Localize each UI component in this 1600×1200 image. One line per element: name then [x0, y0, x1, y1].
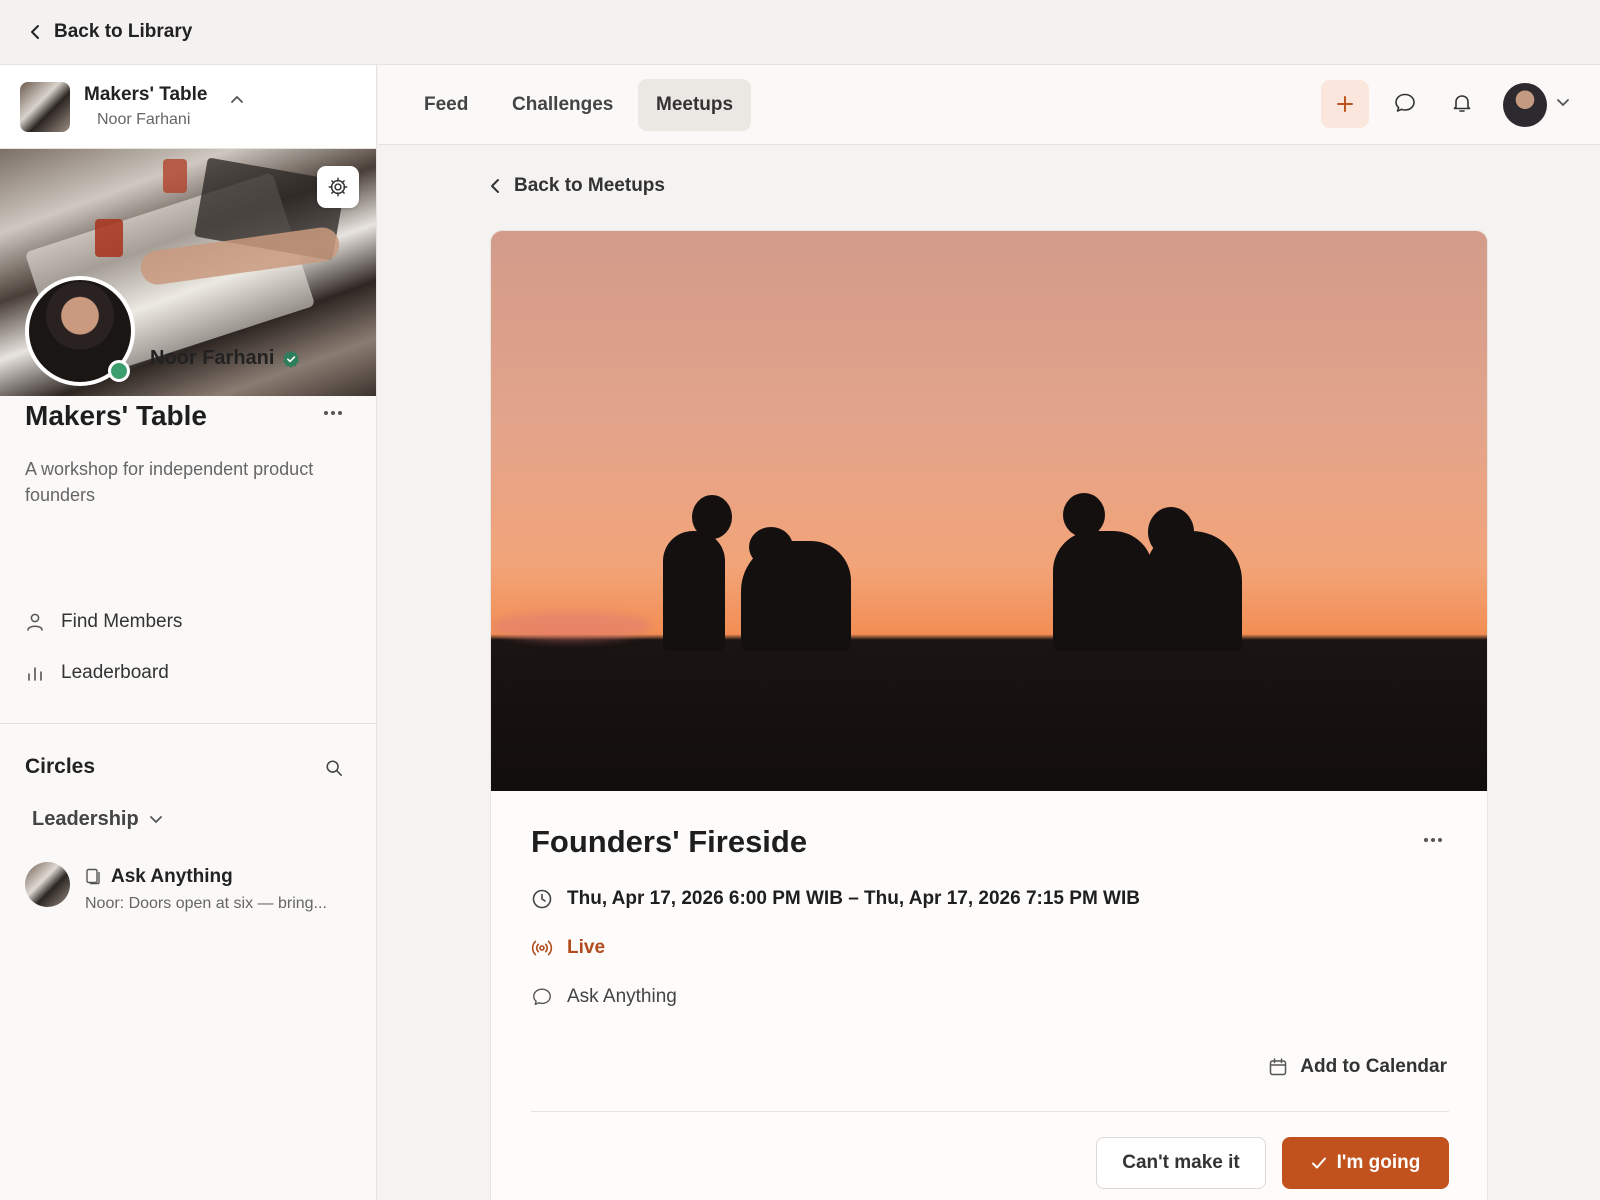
- community-owner: Noor Farhani: [97, 111, 191, 128]
- chevron-left-icon: [491, 179, 499, 193]
- host-name: Noor Farhani: [150, 347, 275, 369]
- main-nav: Feed Challenges Meetups: [378, 65, 1600, 145]
- plus-icon: [1337, 96, 1353, 112]
- tab-challenges[interactable]: Challenges: [494, 79, 631, 131]
- event-card: Founders' Fireside Thu, Apr 17, 2026 6:0…: [490, 230, 1488, 1200]
- find-members-link[interactable]: Find Members: [25, 611, 182, 633]
- host-name-row[interactable]: Noor Farhani: [150, 347, 300, 370]
- chevron-up-icon: [230, 95, 243, 103]
- event-time: Thu, Apr 17, 2026 6:00 PM WIB – Thu, Apr…: [567, 888, 1140, 909]
- thread-title: Ask Anything: [111, 866, 233, 887]
- broadcast-icon: [531, 940, 553, 956]
- tab-feed[interactable]: Feed: [406, 79, 486, 131]
- bell-icon[interactable]: [1450, 91, 1474, 115]
- thread-preview: Noor: Doors open at six — bring...: [85, 895, 327, 912]
- event-status: Live: [567, 937, 606, 958]
- create-button[interactable]: [1321, 80, 1369, 128]
- online-status-dot: [108, 360, 130, 382]
- add-to-calendar-label: Add to Calendar: [1300, 1056, 1447, 1077]
- im-going-button[interactable]: I'm going: [1282, 1137, 1449, 1189]
- circles-heading: Circles: [25, 755, 96, 778]
- leaderboard-label: Leaderboard: [61, 662, 169, 683]
- chevron-left-icon: [31, 25, 39, 39]
- event-circle-row[interactable]: Ask Anything: [531, 986, 677, 1008]
- document-icon: [86, 868, 100, 885]
- settings-button[interactable]: [317, 166, 359, 208]
- event-time-row: Thu, Apr 17, 2026 6:00 PM WIB – Thu, Apr…: [531, 888, 1140, 910]
- search-icon[interactable]: [325, 759, 343, 777]
- back-to-meetups-link[interactable]: Back to Meetups: [490, 175, 665, 197]
- back-to-library-label: Back to Library: [54, 21, 193, 42]
- community-thumbnail: [20, 81, 70, 132]
- back-to-library-link[interactable]: Back to Library: [30, 21, 192, 43]
- chevron-down-icon[interactable]: [1556, 98, 1570, 108]
- chat-icon[interactable]: [1393, 91, 1417, 115]
- circle-group-leadership[interactable]: Leadership: [32, 808, 163, 831]
- leaderboard-link[interactable]: Leaderboard: [25, 662, 169, 684]
- cant-make-it-button[interactable]: Can't make it: [1096, 1137, 1266, 1189]
- checkmark-icon: [1311, 1157, 1326, 1169]
- find-members-label: Find Members: [61, 611, 183, 632]
- event-status-row: Live: [531, 937, 605, 959]
- community-name: Makers' Table: [84, 84, 208, 105]
- thread-avatar: [25, 862, 70, 907]
- im-going-label: I'm going: [1336, 1152, 1421, 1173]
- more-options-icon[interactable]: [1423, 837, 1443, 843]
- chat-icon: [533, 988, 551, 1006]
- circle-group-label: Leadership: [32, 808, 139, 830]
- top-bar: Back to Library: [0, 0, 1600, 65]
- back-to-meetups-label: Back to Meetups: [514, 175, 665, 196]
- more-options-icon[interactable]: [323, 410, 343, 416]
- tab-meetups[interactable]: Meetups: [638, 79, 752, 131]
- clock-icon: [532, 889, 552, 909]
- community-switcher[interactable]: Makers' Table Noor Farhani: [0, 65, 376, 149]
- event-circle-name: Ask Anything: [567, 986, 677, 1007]
- gear-icon: [328, 177, 348, 197]
- calendar-icon: [1270, 1058, 1287, 1076]
- community-description: A workshop for independent product found…: [25, 459, 314, 505]
- sidebar-divider: [0, 723, 377, 724]
- add-to-calendar-button[interactable]: Add to Calendar: [1268, 1056, 1447, 1078]
- verified-badge-icon: [283, 350, 300, 368]
- event-title: Founders' Fireside: [531, 824, 808, 859]
- bar-chart-icon: [28, 667, 42, 681]
- person-icon: [27, 613, 43, 631]
- event-cover-image: [491, 231, 1487, 791]
- user-avatar[interactable]: [1503, 83, 1547, 127]
- community-title: Makers' Table: [25, 400, 207, 431]
- card-divider: [531, 1111, 1449, 1112]
- chevron-down-icon: [149, 815, 162, 823]
